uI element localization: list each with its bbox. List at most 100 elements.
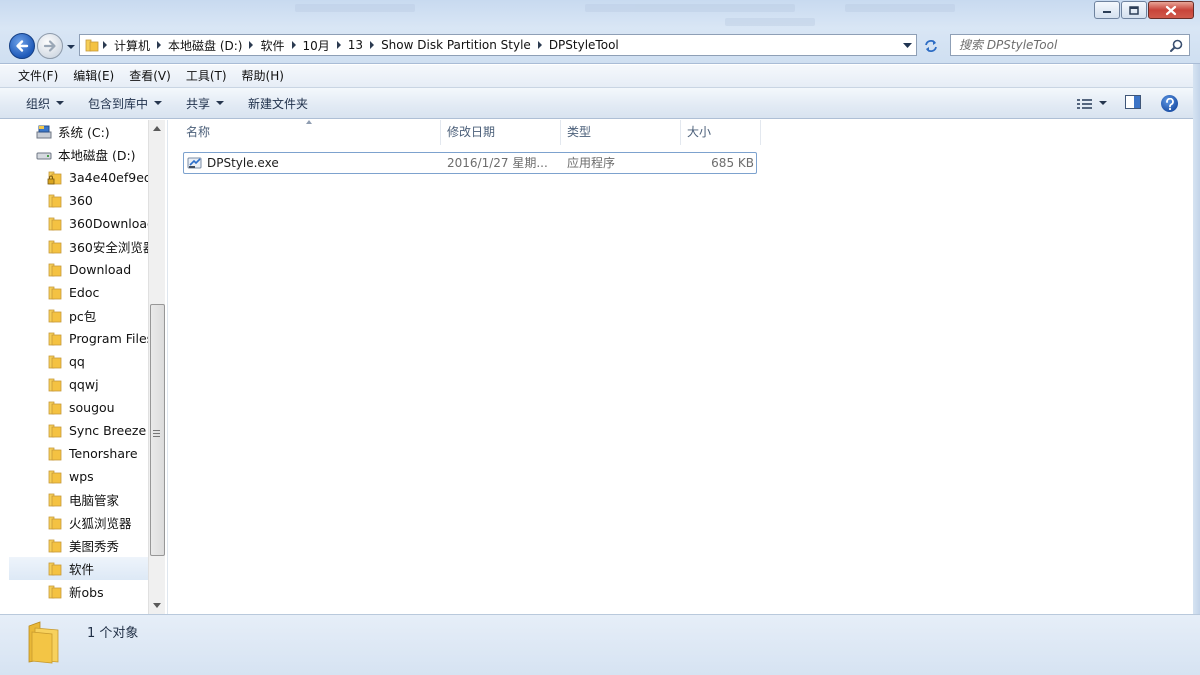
sidebar-item-label: qq [69, 354, 85, 369]
breadcrumb-chevron-icon[interactable] [247, 35, 255, 55]
breadcrumb-computer[interactable]: 计算机 [109, 37, 155, 54]
sidebar-item[interactable]: Tenorshare [9, 442, 148, 465]
sidebar-item[interactable]: Edoc [9, 281, 148, 304]
search-box[interactable] [950, 34, 1190, 56]
sidebar-item[interactable]: 美图秀秀 [9, 534, 148, 557]
column-header-name[interactable]: 名称 [180, 120, 441, 145]
minimize-icon [1103, 11, 1111, 13]
sidebar-item[interactable]: pc包 [9, 304, 148, 327]
file-name[interactable]: DPStyle.exe [207, 153, 279, 173]
nav-scrollbar[interactable] [148, 120, 165, 614]
scroll-up-icon[interactable] [153, 126, 161, 131]
sidebar-item[interactable]: 系统 (C:) [9, 120, 148, 143]
sidebar-item[interactable]: 电脑管家 [9, 488, 148, 511]
chevron-down-icon [154, 101, 163, 105]
sidebar-item[interactable]: 新obs [9, 580, 148, 603]
column-header-modified[interactable]: 修改日期 [441, 120, 561, 145]
breadcrumb-chevron-icon[interactable] [368, 35, 376, 55]
sidebar-item-label: Program Files [69, 331, 148, 346]
maximize-button[interactable] [1121, 1, 1147, 19]
sidebar-item-label: 美图秀秀 [69, 539, 120, 554]
sidebar-item-label: Tenorshare [69, 446, 138, 461]
breadcrumb-drive-d[interactable]: 本地磁盘 (D:) [163, 37, 247, 54]
search-icon[interactable] [1170, 39, 1183, 52]
chevron-down-icon [1099, 101, 1107, 105]
sidebar-item-label: 360 [69, 193, 93, 208]
sidebar-item[interactable]: 3a4e40ef9ed7 [9, 166, 148, 189]
breadcrumb-dpstyletool[interactable]: DPStyleTool [544, 38, 624, 52]
window-right-border [1193, 64, 1200, 614]
menu-edit[interactable]: 编辑(E) [67, 66, 120, 87]
sidebar-item[interactable]: 360Download [9, 212, 148, 235]
sidebar-item-label: 360安全浏览器 [69, 240, 148, 255]
breadcrumb-chevron-icon[interactable] [155, 35, 163, 55]
minimize-button[interactable] [1094, 1, 1120, 19]
sidebar-item[interactable]: 火狐浏览器 [9, 511, 148, 534]
menu-tools[interactable]: 工具(T) [180, 66, 233, 87]
folder-icon [47, 538, 63, 554]
recent-pages-dropdown[interactable] [66, 42, 76, 52]
sidebar-item[interactable]: Download [9, 258, 148, 281]
share-button[interactable]: 共享 [174, 90, 236, 116]
change-view-button[interactable] [1077, 98, 1107, 110]
column-header-type[interactable]: 类型 [561, 120, 681, 145]
sidebar-item[interactable]: qqwj [9, 373, 148, 396]
sidebar-item[interactable]: 本地磁盘 (D:) [9, 143, 148, 166]
sidebar-item-label: 3a4e40ef9ed7 [69, 170, 148, 185]
help-button[interactable] [1161, 95, 1178, 112]
navigation-pane: 系统 (C:) 本地磁盘 (D:) 3a4e40ef9ed7 360 360Downlo… [9, 120, 166, 614]
menu-bar: 文件(F) 编辑(E) 查看(V) 工具(T) 帮助(H) [0, 65, 1200, 88]
forward-button[interactable] [37, 33, 63, 59]
organize-button[interactable]: 组织 [14, 90, 76, 116]
sidebar-item[interactable]: wps [9, 465, 148, 488]
folder-icon [47, 354, 63, 370]
preview-pane-button[interactable] [1125, 95, 1141, 112]
sidebar-item-label: pc包 [69, 309, 97, 324]
table-row[interactable]: DPStyle.exe 2016/1/27 星期... 应用程序 685 KB [183, 152, 757, 174]
breadcrumb-chevron-icon[interactable] [536, 35, 544, 55]
back-button[interactable] [9, 33, 35, 59]
breadcrumb-chevron-icon[interactable] [335, 35, 343, 55]
sidebar-item-label: 本地磁盘 (D:) [58, 148, 136, 163]
folder-icon [83, 35, 101, 55]
folder-icon [47, 423, 63, 439]
refresh-button[interactable] [919, 35, 943, 56]
menu-file[interactable]: 文件(F) [12, 66, 64, 87]
scroll-grip-icon [153, 430, 160, 437]
item-count: 1 个对象 [87, 626, 139, 641]
breadcrumb-software[interactable]: 软件 [255, 37, 289, 54]
search-input[interactable] [959, 38, 1159, 52]
address-dropdown-icon[interactable] [903, 41, 912, 50]
sidebar-item-label: 电脑管家 [69, 493, 120, 508]
exe-app-icon [187, 155, 203, 171]
sidebar-item[interactable]: 软件 [9, 557, 148, 580]
menu-view[interactable]: 查看(V) [123, 66, 177, 87]
include-in-library-button[interactable]: 包含到库中 [76, 90, 174, 116]
sidebar-item[interactable]: 360 [9, 189, 148, 212]
sidebar-item[interactable]: qq [9, 350, 148, 373]
file-list[interactable]: 名称 修改日期 类型 大小 DPStyle.exe 2016/1/27 星期..… [167, 120, 1193, 614]
sidebar-item[interactable]: sougou [9, 396, 148, 419]
sidebar-item[interactable]: Sync Breeze U [9, 419, 148, 442]
address-bar[interactable]: 计算机 本地磁盘 (D:) 软件 10月 13 Show Disk Partit… [79, 34, 917, 56]
sidebar-item-label: 360Download [69, 216, 148, 231]
breadcrumb-october[interactable]: 10月 [298, 37, 335, 54]
sidebar-item[interactable]: Program Files [9, 327, 148, 350]
breadcrumb-show-disk-partition-style[interactable]: Show Disk Partition Style [376, 38, 536, 52]
breadcrumb-chevron-icon[interactable] [290, 35, 298, 55]
column-headers: 名称 修改日期 类型 大小 [168, 120, 1194, 145]
breadcrumb-chevron-icon[interactable] [101, 35, 109, 55]
sidebar-item[interactable]: 360安全浏览器 [9, 235, 148, 258]
close-button[interactable] [1148, 1, 1194, 19]
sidebar-item-label: Edoc [69, 285, 100, 300]
scroll-down-icon[interactable] [153, 603, 161, 608]
folder-icon [47, 400, 63, 416]
folder-icon [47, 216, 63, 232]
help-icon [1165, 97, 1174, 110]
menu-help[interactable]: 帮助(H) [236, 66, 290, 87]
folder-icon [47, 331, 63, 347]
new-folder-button[interactable]: 新建文件夹 [236, 90, 320, 116]
folder-icon [47, 262, 63, 278]
column-header-size[interactable]: 大小 [681, 120, 761, 145]
breadcrumb-13[interactable]: 13 [343, 38, 368, 52]
